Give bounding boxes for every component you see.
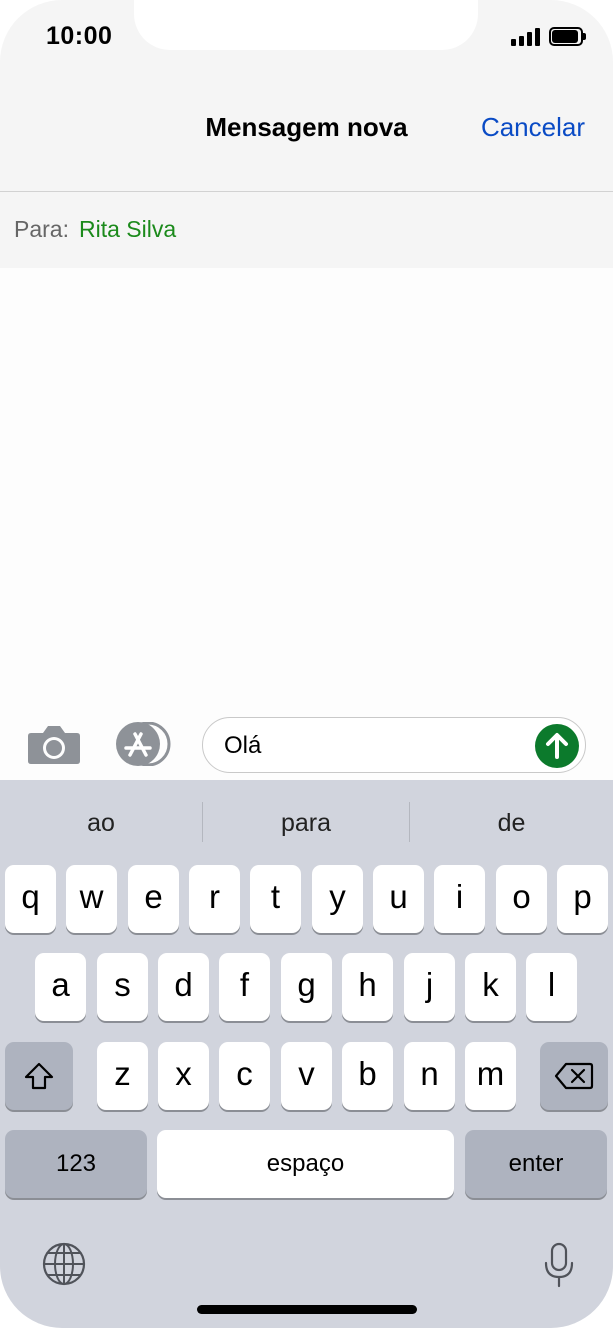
- recipient-name[interactable]: Rita Silva: [79, 216, 176, 243]
- battery-icon: [549, 27, 586, 46]
- key-z[interactable]: z: [97, 1042, 148, 1110]
- microphone-icon[interactable]: [543, 1242, 575, 1288]
- suggestion-1[interactable]: ao: [0, 780, 202, 866]
- phone-screen: 10:00 Mensagem nova Cancelar Para: Rita …: [0, 0, 613, 1328]
- notch: [134, 0, 478, 50]
- app-store-icon[interactable]: [114, 721, 174, 767]
- key-y[interactable]: y: [312, 865, 363, 933]
- key-w[interactable]: w: [66, 865, 117, 933]
- key-s[interactable]: s: [97, 953, 148, 1021]
- key-h[interactable]: h: [342, 953, 393, 1021]
- recipient-row[interactable]: Para: Rita Silva: [0, 192, 613, 268]
- key-k[interactable]: k: [465, 953, 516, 1021]
- suggestion-3[interactable]: de: [410, 780, 613, 866]
- message-input[interactable]: Olá: [202, 717, 586, 773]
- key-f[interactable]: f: [219, 953, 270, 1021]
- key-j[interactable]: j: [404, 953, 455, 1021]
- backspace-key[interactable]: [540, 1042, 608, 1110]
- key-c[interactable]: c: [219, 1042, 270, 1110]
- backspace-icon: [554, 1062, 594, 1090]
- send-arrow-icon: [546, 733, 568, 759]
- cancel-button[interactable]: Cancelar: [481, 112, 585, 143]
- key-i[interactable]: i: [434, 865, 485, 933]
- key-o[interactable]: o: [496, 865, 547, 933]
- key-d[interactable]: d: [158, 953, 209, 1021]
- key-a[interactable]: a: [35, 953, 86, 1021]
- key-b[interactable]: b: [342, 1042, 393, 1110]
- send-button[interactable]: [535, 724, 579, 768]
- message-text: Olá: [224, 732, 262, 759]
- key-n[interactable]: n: [404, 1042, 455, 1110]
- key-q[interactable]: q: [5, 865, 56, 933]
- shift-key[interactable]: [5, 1042, 73, 1110]
- shift-icon: [24, 1062, 54, 1090]
- status-time: 10:00: [46, 22, 113, 50]
- space-key[interactable]: espaço: [157, 1130, 454, 1198]
- signal-icon: [511, 28, 541, 46]
- globe-icon[interactable]: [41, 1241, 87, 1287]
- key-t[interactable]: t: [250, 865, 301, 933]
- key-v[interactable]: v: [281, 1042, 332, 1110]
- status-bar: 10:00: [0, 0, 613, 60]
- enter-key[interactable]: enter: [465, 1130, 607, 1198]
- key-x[interactable]: x: [158, 1042, 209, 1110]
- key-l[interactable]: l: [526, 953, 577, 1021]
- key-m[interactable]: m: [465, 1042, 516, 1110]
- key-r[interactable]: r: [189, 865, 240, 933]
- numbers-key[interactable]: 123: [5, 1130, 147, 1198]
- camera-icon[interactable]: [27, 723, 81, 765]
- suggestion-2[interactable]: para: [203, 780, 409, 866]
- conversation-area: [0, 268, 613, 780]
- key-g[interactable]: g: [281, 953, 332, 1021]
- recipient-label: Para:: [14, 216, 69, 242]
- key-p[interactable]: p: [557, 865, 608, 933]
- key-u[interactable]: u: [373, 865, 424, 933]
- key-e[interactable]: e: [128, 865, 179, 933]
- home-indicator: [197, 1305, 417, 1314]
